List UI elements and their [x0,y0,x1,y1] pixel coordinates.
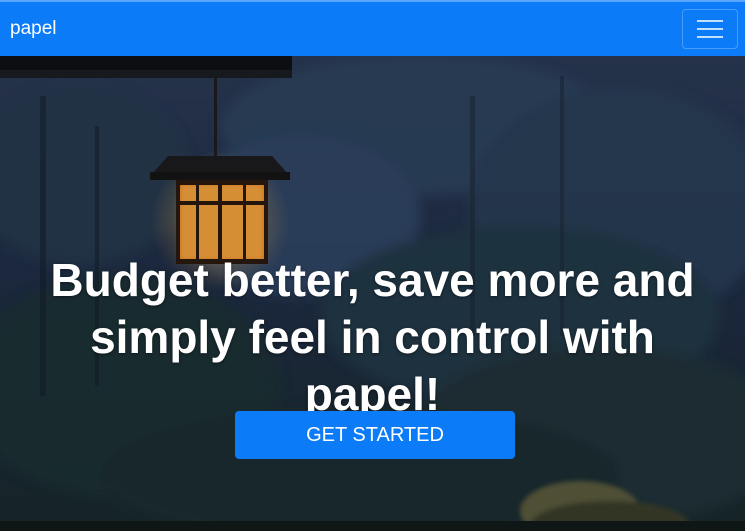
navbar-toggler-button[interactable] [682,9,738,49]
brand-link[interactable]: papel [10,18,57,40]
hero-headline: Budget better, save more and simply feel… [50,254,695,420]
hero-section: Budget better, save more and simply feel… [0,56,745,531]
hamburger-menu-icon [697,20,723,22]
get-started-button[interactable]: GET STARTED [235,411,515,459]
top-navbar: papel [0,0,745,56]
